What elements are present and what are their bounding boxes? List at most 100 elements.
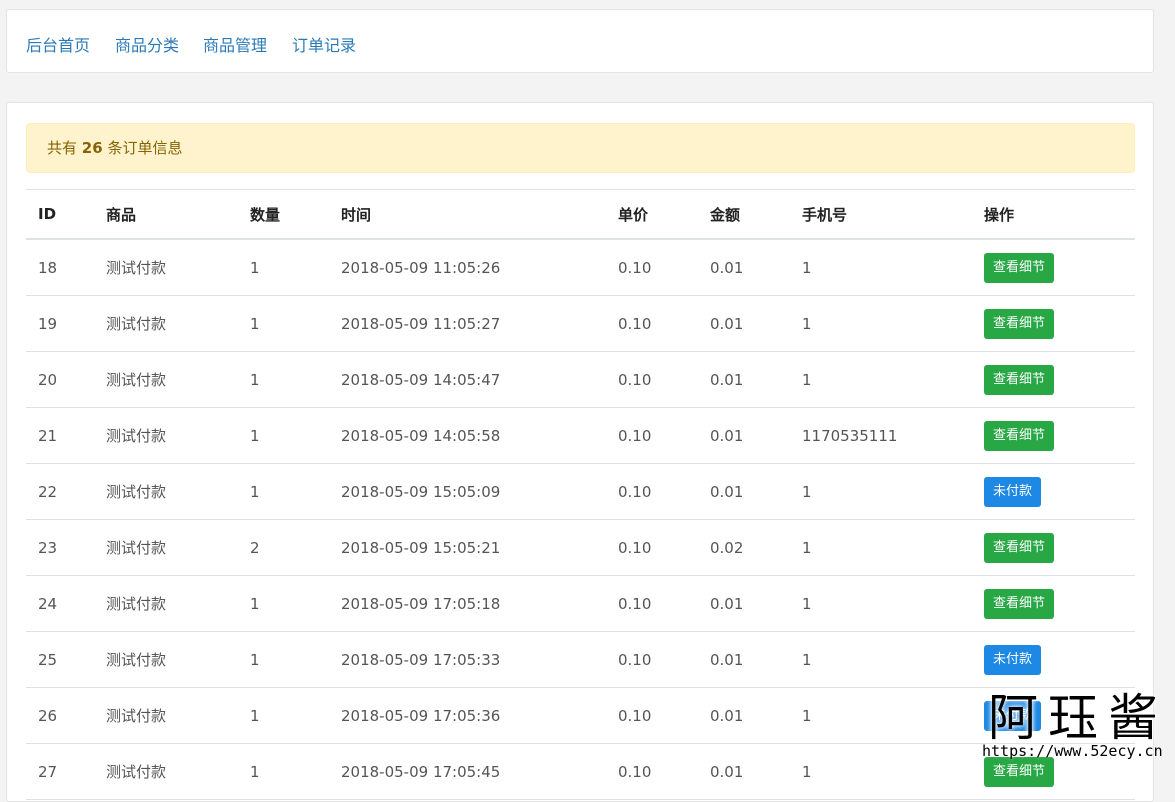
cell-action: 未付款 [972,463,1135,520]
header-id: ID [26,189,94,240]
view-details-button[interactable]: 查看细节 [984,308,1055,339]
cell-amount: 0.01 [698,239,790,296]
header-product: 商品 [94,189,238,240]
cell-price: 0.10 [606,295,698,352]
cell-qty: 1 [238,351,329,408]
cell-phone: 1170535111 [790,407,972,464]
table-row: 27 测试付款 1 2018-05-09 17:05:45 0.10 0.01 1 查看细节 [26,743,1135,800]
alert-suffix: 条订单信息 [107,139,183,157]
cell-phone: 1 [790,631,972,688]
view-details-button[interactable]: 查看细节 [984,252,1055,283]
cell-price: 0.10 [606,519,698,576]
nav-orders-link[interactable]: 订单记录 [292,32,356,56]
cell-price: 0.10 [606,743,698,800]
nav-category-link[interactable]: 商品分类 [115,32,179,56]
cell-amount: 0.01 [698,463,790,520]
table-row: 19 测试付款 1 2018-05-09 11:05:27 0.10 0.01 1 查看细节 [26,295,1135,352]
header-qty: 数量 [238,189,329,240]
view-details-button[interactable]: 查看细节 [984,588,1055,619]
cell-qty: 1 [238,407,329,464]
cell-amount: 0.02 [698,519,790,576]
header-phone: 手机号 [790,189,972,240]
cell-action: 查看细节 [972,239,1135,296]
cell-time: 2018-05-09 14:05:58 [329,407,606,464]
cell-id: 19 [26,295,94,352]
header-time: 时间 [329,189,606,240]
cell-id: 23 [26,519,94,576]
cell-qty: 1 [238,463,329,520]
cell-qty: 1 [238,631,329,688]
order-count-alert: 共有 26 条订单信息 [26,123,1135,173]
cell-product: 测试付款 [94,575,238,632]
cell-amount: 0.01 [698,687,790,744]
alert-count: 26 [81,139,103,157]
cell-qty: 1 [238,239,329,296]
cell-phone: 1 [790,575,972,632]
cell-action: 查看细节 [972,407,1135,464]
cell-amount: 0.01 [698,295,790,352]
cell-time: 2018-05-09 17:05:18 [329,575,606,632]
cell-qty: 1 [238,295,329,352]
cell-product: 测试付款 [94,463,238,520]
header-action: 操作 [972,189,1135,240]
cell-time: 2018-05-09 15:05:09 [329,463,606,520]
cell-amount: 0.01 [698,407,790,464]
cell-price: 0.10 [606,631,698,688]
cell-product: 测试付款 [94,407,238,464]
view-details-button[interactable]: 查看细节 [984,420,1055,451]
table-row: 21 测试付款 1 2018-05-09 14:05:58 0.10 0.01 117053… [26,407,1135,464]
view-details-button[interactable]: 查看细节 [984,364,1055,395]
cell-time: 2018-05-09 11:05:27 [329,295,606,352]
view-details-button[interactable]: 查看细节 [984,532,1055,563]
cell-time: 2018-05-09 17:05:36 [329,687,606,744]
cell-price: 0.10 [606,575,698,632]
cell-amount: 0.01 [698,631,790,688]
cell-time: 2018-05-09 14:05:47 [329,351,606,408]
table-row: 25 测试付款 1 2018-05-09 17:05:33 0.10 0.01 1 未付款 [26,631,1135,688]
cell-id: 18 [26,239,94,296]
unpaid-button[interactable]: 未付款 [984,644,1042,675]
cell-id: 24 [26,575,94,632]
cell-product: 测试付款 [94,743,238,800]
cell-price: 0.10 [606,407,698,464]
header-amount: 金额 [698,189,790,240]
cell-product: 测试付款 [94,239,238,296]
cell-action: 查看细节 [972,519,1135,576]
cell-product: 测试付款 [94,631,238,688]
cell-price: 0.10 [606,351,698,408]
cell-id: 22 [26,463,94,520]
cell-amount: 0.01 [698,351,790,408]
cell-time: 2018-05-09 17:05:45 [329,743,606,800]
cell-product: 测试付款 [94,687,238,744]
cell-qty: 2 [238,519,329,576]
cell-action: 查看细节 [972,575,1135,632]
cell-price: 0.10 [606,463,698,520]
top-nav: 后台首页 商品分类 商品管理 订单记录 [6,9,1154,73]
table-row: 23 测试付款 2 2018-05-09 15:05:21 0.10 0.02 1 查看细节 [26,519,1135,576]
cell-id: 25 [26,631,94,688]
table-row: 26 测试付款 1 2018-05-09 17:05:36 0.10 0.01 1 未付款 [26,687,1135,744]
table-row: 24 测试付款 1 2018-05-09 17:05:18 0.10 0.01 1 查看细节 [26,575,1135,632]
cell-phone: 1 [790,687,972,744]
watermark: 阿珏酱 https://www.52ecy.cn [982,678,1172,768]
nav-home-link[interactable]: 后台首页 [26,32,90,56]
cell-phone: 1 [790,743,972,800]
cell-amount: 0.01 [698,575,790,632]
cell-id: 27 [26,743,94,800]
cell-product: 测试付款 [94,519,238,576]
cell-id: 21 [26,407,94,464]
watermark-url: https://www.52ecy.cn [982,742,1163,760]
cell-price: 0.10 [606,687,698,744]
cell-id: 26 [26,687,94,744]
nav-product-link[interactable]: 商品管理 [203,32,267,56]
cell-qty: 1 [238,575,329,632]
cell-product: 测试付款 [94,351,238,408]
cell-phone: 1 [790,351,972,408]
cell-phone: 1 [790,519,972,576]
table-row: 18 测试付款 1 2018-05-09 11:05:26 0.10 0.01 1 查看细节 [26,239,1135,296]
unpaid-button[interactable]: 未付款 [984,476,1042,507]
cell-id: 20 [26,351,94,408]
cell-time: 2018-05-09 15:05:21 [329,519,606,576]
cell-action: 查看细节 [972,351,1135,408]
cell-phone: 1 [790,463,972,520]
